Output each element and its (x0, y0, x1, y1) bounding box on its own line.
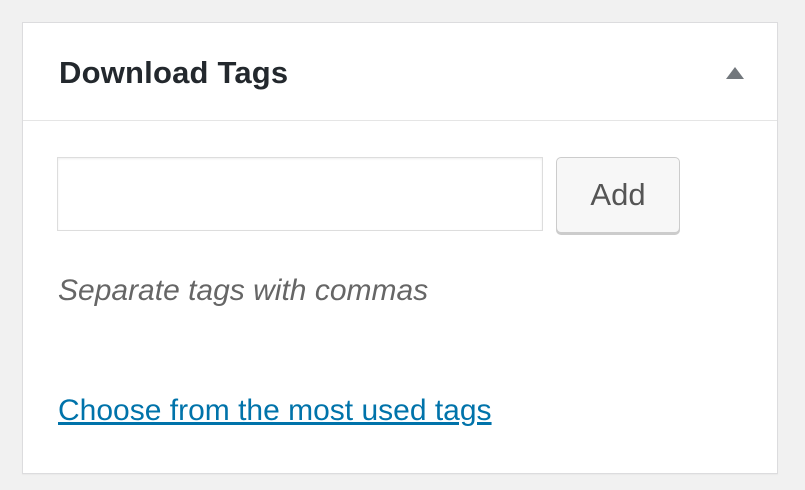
metabox-title: Download Tags (59, 55, 289, 90)
metabox-header: Download Tags (23, 23, 777, 121)
choose-most-used-tags-link[interactable]: Choose from the most used tags (58, 391, 492, 431)
tags-help-text: Separate tags with commas (58, 274, 429, 307)
collapse-toggle-button[interactable] (713, 51, 757, 95)
triangle-up-icon (726, 67, 744, 79)
add-tag-button[interactable]: Add (556, 157, 680, 233)
new-tag-input[interactable] (57, 157, 543, 231)
download-tags-metabox: Download Tags Add Separate tags with com… (22, 22, 778, 474)
